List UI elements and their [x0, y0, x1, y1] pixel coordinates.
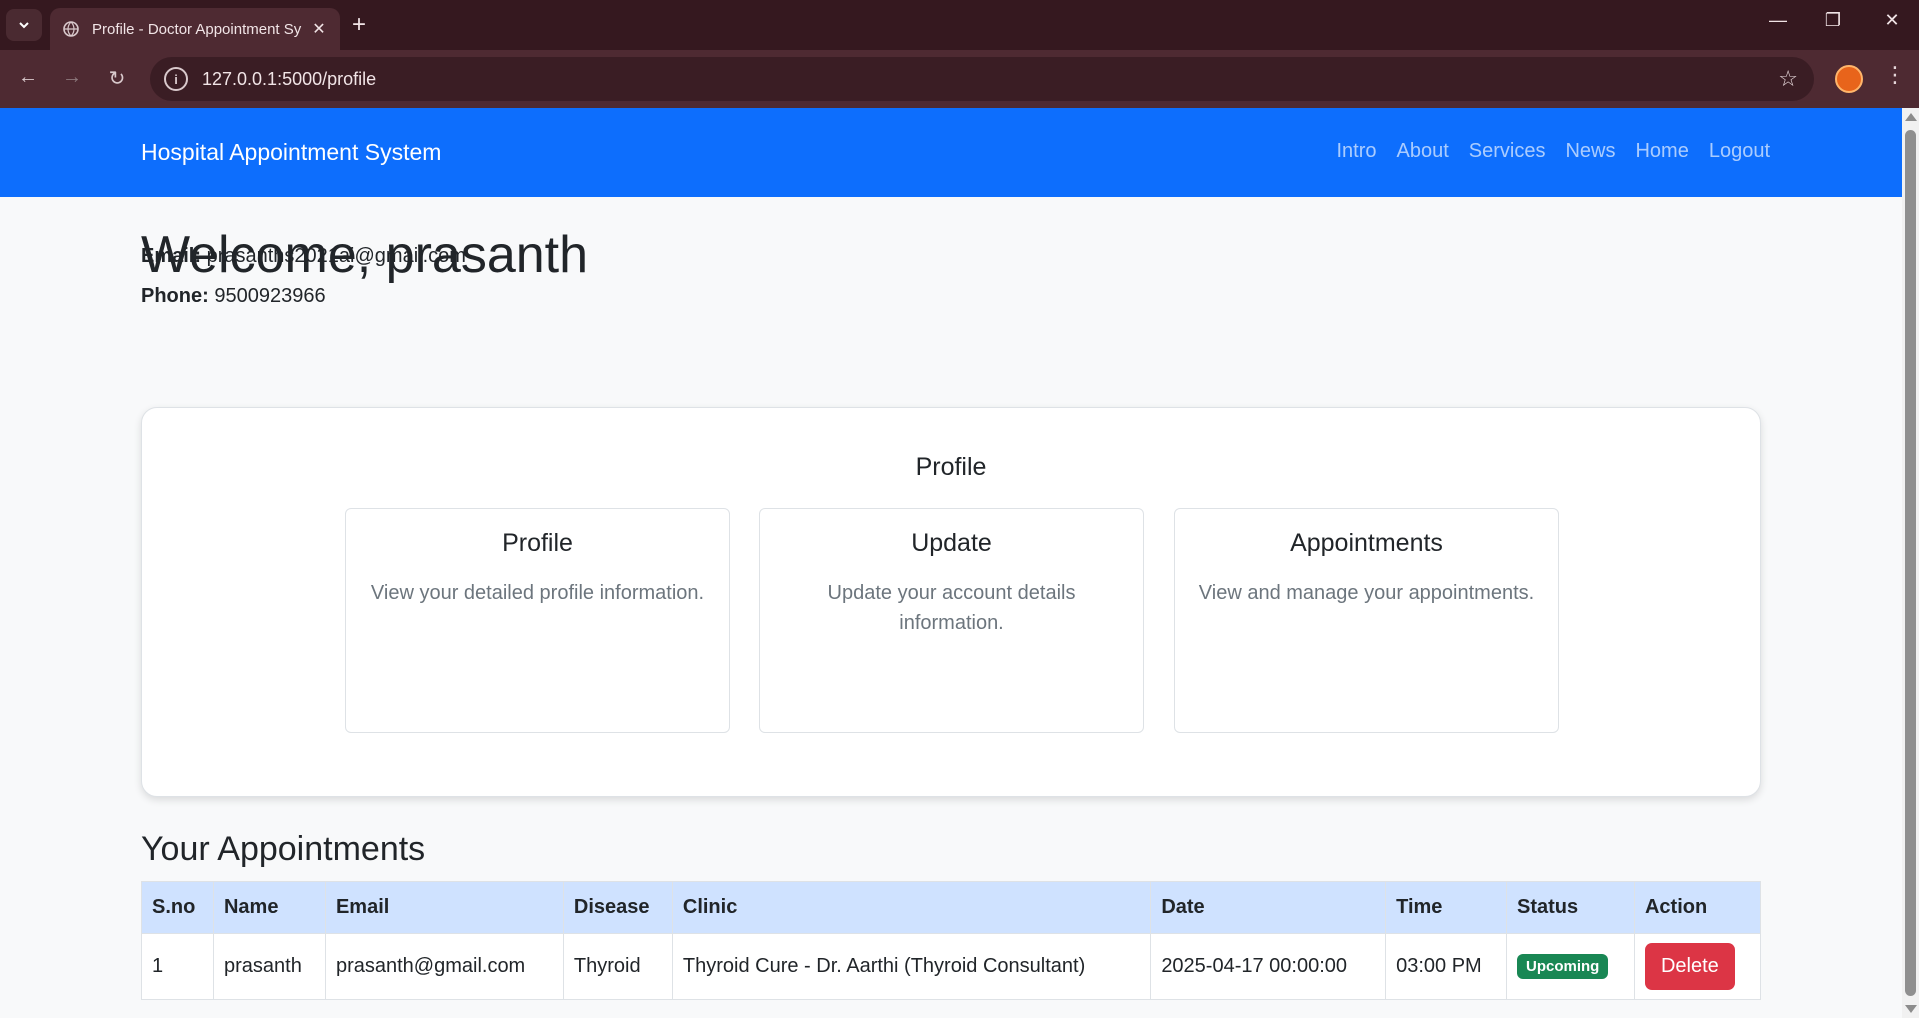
- column-header: Action: [1633, 881, 1762, 934]
- cell-time: 03:00 PM: [1385, 933, 1507, 1000]
- scroll-down-icon[interactable]: [1905, 1005, 1917, 1013]
- reload-icon[interactable]: ↻: [103, 66, 131, 91]
- email-value: prasanths2021ai@gmail.com: [206, 245, 466, 267]
- minimize-icon[interactable]: —: [1763, 10, 1793, 31]
- appointments-heading: Your Appointments: [141, 830, 426, 868]
- browser-menu-icon[interactable]: ⋮: [1884, 64, 1906, 86]
- address-bar[interactable]: i 127.0.0.1:5000/profile ☆: [150, 57, 1814, 101]
- bookmark-star-icon[interactable]: ☆: [1778, 66, 1798, 92]
- column-header: Name: [212, 881, 326, 934]
- cell-name: prasanth: [212, 933, 326, 1000]
- restore-icon[interactable]: ❐: [1818, 10, 1848, 31]
- globe-icon: [63, 21, 79, 37]
- option-title: Profile: [502, 529, 573, 557]
- option-description: View your detailed profile information.: [370, 582, 705, 604]
- column-header: Email: [324, 881, 564, 934]
- cell-sno: 1: [141, 933, 214, 1000]
- forward-icon[interactable]: →: [58, 66, 86, 89]
- table-row: 1 prasanth prasanth@gmail.com Thyroid Th…: [141, 933, 1762, 1000]
- tab-search-button[interactable]: [6, 9, 42, 41]
- window-close-icon[interactable]: ✕: [1877, 10, 1907, 31]
- column-header: S.no: [141, 881, 214, 934]
- nav-link-logout[interactable]: Logout: [1709, 140, 1770, 163]
- cell-status: Upcoming: [1506, 933, 1635, 1000]
- new-tab-button[interactable]: +: [352, 12, 366, 38]
- option-title: Update: [911, 529, 992, 557]
- profile-option-card[interactable]: Profile View your detailed profile infor…: [345, 508, 730, 733]
- browser-tab-active[interactable]: Profile - Doctor Appointment Sy ✕: [50, 8, 340, 50]
- phone-label: Phone:: [141, 285, 209, 307]
- profile-card: Profile Profile View your detailed profi…: [141, 407, 1761, 797]
- chevron-down-icon: [19, 22, 29, 29]
- status-badge: Upcoming: [1517, 954, 1609, 979]
- column-header: Date: [1150, 881, 1387, 934]
- table-header-row: S.no Name Email Disease Clinic Date Time…: [141, 881, 1762, 934]
- cell-date: 2025-04-17 00:00:00: [1150, 933, 1387, 1000]
- nav-link-about[interactable]: About: [1396, 140, 1448, 163]
- column-header: Disease: [562, 881, 673, 934]
- site-info-icon[interactable]: i: [164, 67, 188, 91]
- nav-link-services[interactable]: Services: [1469, 140, 1546, 163]
- email-line: Email: prasanths2021ai@gmail.com: [141, 245, 1761, 268]
- cell-email: prasanth@gmail.com: [324, 933, 564, 1000]
- back-icon[interactable]: ←: [14, 66, 42, 89]
- option-title: Appointments: [1290, 529, 1443, 557]
- phone-value: 9500923966: [214, 285, 326, 307]
- scroll-up-icon[interactable]: [1905, 113, 1917, 121]
- scrollbar-thumb[interactable]: [1905, 130, 1916, 996]
- nav-link-intro[interactable]: Intro: [1336, 140, 1376, 163]
- browser-tab-strip: Profile - Doctor Appointment Sy ✕ + — ❐ …: [0, 0, 1919, 50]
- option-description: Update your account details information.: [827, 582, 1076, 634]
- navbar-brand[interactable]: Hospital Appointment System: [141, 139, 441, 166]
- phone-line: Phone: 9500923966: [141, 285, 1761, 308]
- nav-link-home[interactable]: Home: [1635, 140, 1688, 163]
- cell-disease: Thyroid: [562, 933, 673, 1000]
- page-scrollbar[interactable]: [1902, 108, 1919, 1018]
- column-header: Time: [1385, 881, 1507, 934]
- nav-links: Intro About Services News Home Logout: [1336, 140, 1770, 163]
- address-toolbar: ← → ↻ i 127.0.0.1:5000/profile ☆ ⋮: [0, 50, 1919, 108]
- appointments-table: S.no Name Email Disease Clinic Date Time…: [141, 881, 1762, 1000]
- url-text[interactable]: 127.0.0.1:5000/profile: [202, 69, 376, 90]
- nav-link-news[interactable]: News: [1565, 140, 1615, 163]
- email-label: Email:: [141, 245, 202, 267]
- tab-title: Profile - Doctor Appointment Sy: [92, 20, 302, 38]
- update-option-card[interactable]: Update Update your account details infor…: [759, 508, 1144, 733]
- option-description: View and manage your appointments.: [1198, 582, 1535, 604]
- appointments-option-card[interactable]: Appointments View and manage your appoin…: [1174, 508, 1559, 733]
- delete-button[interactable]: Delete: [1644, 943, 1735, 990]
- cell-action: Delete: [1633, 933, 1762, 1000]
- profile-avatar[interactable]: [1835, 65, 1863, 93]
- tab-close-icon[interactable]: ✕: [310, 19, 328, 39]
- cell-clinic: Thyroid Cure - Dr. Aarthi (Thyroid Consu…: [671, 933, 1152, 1000]
- column-header: Status: [1506, 881, 1635, 934]
- page-viewport: Hospital Appointment System Intro About …: [0, 108, 1902, 1018]
- profile-card-heading: Profile: [915, 453, 987, 481]
- column-header: Clinic: [671, 881, 1152, 934]
- site-navbar: Hospital Appointment System Intro About …: [0, 108, 1902, 197]
